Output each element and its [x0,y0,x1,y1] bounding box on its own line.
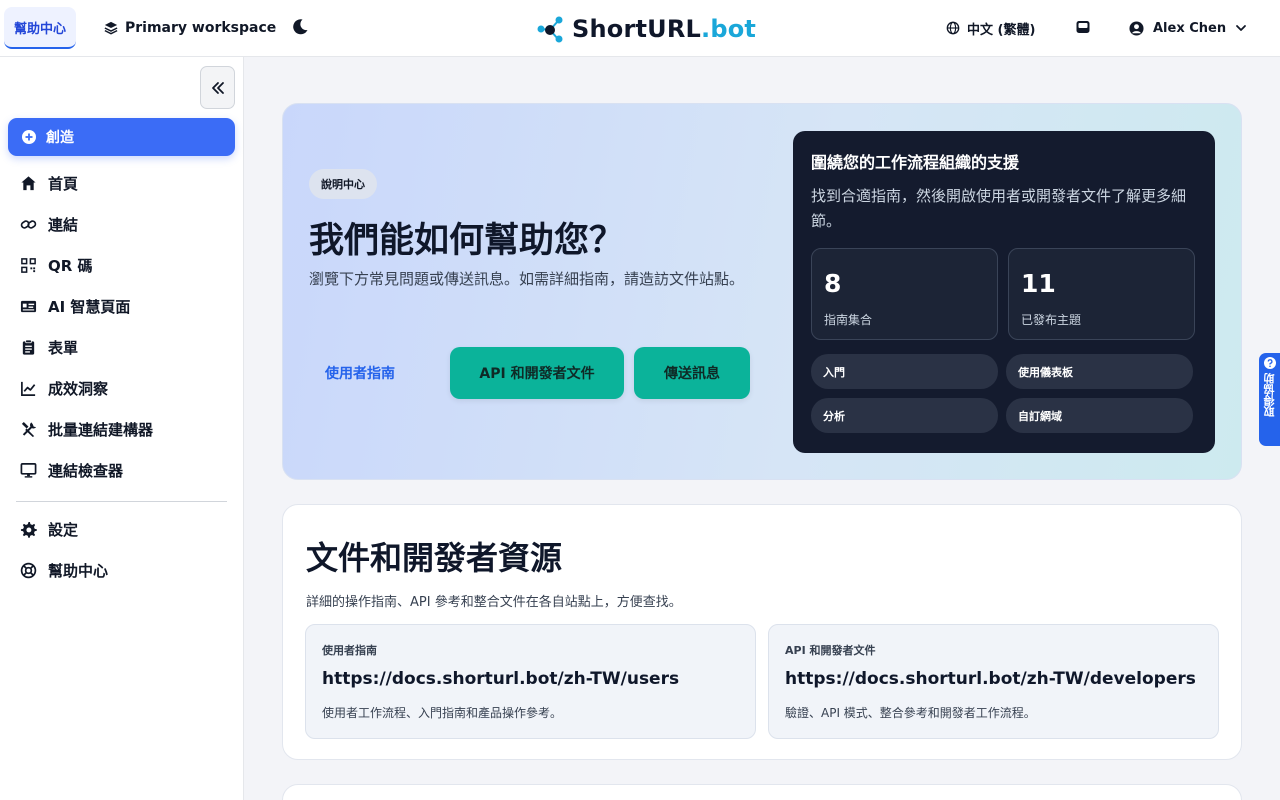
stat-published-topics: 11 已發布主題 [1008,248,1195,340]
sidebar-item-label: 表單 [48,338,79,357]
help-center-tab-label: 幫助中心 [14,21,67,37]
send-message-button[interactable]: 傳送訊息 [634,347,750,399]
help-hero: 說明中心 我們能如何幫助您？ 瀏覽下方常見問題或傳送訊息。如需詳細指南，請造訪文… [282,103,1242,480]
get-help-label: 取得協助 [1262,373,1276,417]
layers-icon [104,21,118,35]
resource-card-users[interactable]: 使用者指南 https://docs.shorturl.bot/zh-TW/us… [305,624,756,739]
question-circle-icon [1263,357,1276,369]
resource-label: 使用者指南 [322,644,377,657]
topic-chip-dashboard[interactable]: 使用儀表板 [1006,354,1193,389]
sidebar-item-label: 首頁 [48,174,79,193]
help-center-tab[interactable]: 幫助中心 [4,7,77,49]
resource-card-developers[interactable]: API 和開發者文件 https://docs.shorturl.bot/zh-… [768,624,1219,739]
sidebar-item-label: 幫助中心 [48,561,109,580]
sidebar-item-help-center[interactable]: 幫助中心 [20,555,108,585]
docs-title: 文件和開發者資源 [306,539,563,577]
sidebar-item-bulk-builder[interactable]: 批量連結建構器 [20,414,153,444]
sidebar-item-label: AI 智慧頁面 [48,297,131,316]
resource-url-link[interactable]: https://docs.shorturl.bot/zh-TW/develope… [785,669,1196,689]
create-button[interactable]: 創造 [8,118,235,156]
topic-chip-analytics[interactable]: 分析 [811,398,998,433]
resource-url-link[interactable]: https://docs.shorturl.bot/zh-TW/users [322,669,679,689]
stat-value: 8 [824,269,842,298]
sidebar-item-qr-codes[interactable]: QR 碼 [20,250,93,280]
user-menu[interactable]: Alex Chen [1129,0,1247,56]
dev-docs-button[interactable]: API 和開發者文件 [450,347,624,399]
sidebar-item-home[interactable]: 首頁 [20,168,78,198]
tools-icon [21,421,37,437]
qr-code-icon [21,257,36,273]
hero-description: 瀏覽下方常見問題或傳送訊息。如需詳細指南，請造訪文件站點。 [309,270,745,288]
sidebar-item-label: 連結 [48,215,79,234]
user-name: Alex Chen [1153,20,1227,36]
create-button-label: 創造 [46,130,74,146]
sidebar-item-label: 連結檢查器 [48,461,124,480]
page-title: 我們能如何幫助您？ [309,221,625,261]
chart-line-icon [21,381,36,396]
logo-mark-icon [537,16,563,43]
support-panel-description: 找到合適指南，然後開啟使用者或開發者文件了解更多細節。 [811,187,1187,230]
monitor-icon [20,462,37,478]
sidebar-item-insights[interactable]: 成效洞察 [20,373,108,403]
stat-guide-collections: 8 指南集合 [811,248,998,340]
user-guide-link[interactable]: 使用者指南 [325,347,395,399]
sidebar-item-forms[interactable]: 表單 [20,332,78,362]
sidebar-item-ai-pages[interactable]: AI 智慧頁面 [20,291,130,321]
collapse-sidebar-button[interactable] [200,66,235,109]
globe-icon [946,21,960,35]
home-icon [21,175,36,190]
user-avatar-icon [1129,20,1144,36]
sidebar-divider [16,501,227,502]
resource-description: 使用者工作流程、入門指南和產品操作參考。 [322,706,563,720]
language-label: 中文 (繁體) [967,22,1036,38]
support-panel: 圍繞您的工作流程組織的支援 找到合適指南，然後開啟使用者或開發者文件了解更多細節… [793,131,1215,453]
gear-icon [20,521,37,538]
faq-card [282,784,1242,800]
get-help-tab[interactable]: 取得協助 [1259,353,1280,446]
inbox-icon[interactable] [1075,19,1091,35]
sidebar-item-link-checker[interactable]: 連結檢查器 [20,455,123,485]
plus-circle-icon [22,130,36,144]
sidebar-item-label: QR 碼 [48,256,93,275]
sidebar-item-links[interactable]: 連結 [20,209,78,239]
support-panel-title: 圍繞您的工作流程組織的支援 [811,153,1020,172]
workspace-name: Primary workspace [125,20,277,36]
sidebar-item-label: 批量連結建構器 [48,420,154,439]
docs-resources-card: 文件和開發者資源 詳細的操作指南、API 參考和整合文件在各自站點上，方便查找。… [282,504,1242,760]
logo[interactable]: ShortURL.bot [536,14,756,44]
top-bar: 幫助中心 Primary workspace ShortURL.bot 中文 (… [0,0,1280,57]
link-icon [20,219,37,229]
sidebar-item-settings[interactable]: 設定 [20,514,78,544]
sidebar-item-label: 成效洞察 [48,379,109,398]
stat-value: 11 [1021,269,1056,298]
workspace-switcher[interactable]: Primary workspace [104,0,276,56]
topic-chip-custom-domains[interactable]: 自訂網域 [1006,398,1193,433]
language-switcher[interactable]: 中文 (繁體) [946,0,1035,56]
clipboard-icon [22,339,35,355]
topic-chip-getting-started[interactable]: 入門 [811,354,998,389]
sidebar: 創造 首頁 連結 QR 碼 AI 智慧頁面 表單 成效洞察 批量連結建構器 連結… [0,57,244,800]
double-chevron-left-icon [211,81,224,94]
moon-icon[interactable] [290,17,310,37]
resource-label: API 和開發者文件 [785,644,876,657]
stat-label: 已發布主題 [1021,313,1082,327]
id-card-icon [20,300,37,312]
stat-label: 指南集合 [824,313,873,327]
sidebar-item-label: 設定 [48,520,79,539]
docs-description: 詳細的操作指南、API 參考和整合文件在各自站點上，方便查找。 [306,595,682,610]
lifebuoy-icon [20,562,37,578]
hero-badge: 說明中心 [309,169,377,199]
logo-text: ShortURL.bot [572,15,757,43]
chevron-down-icon [1236,25,1247,31]
resource-description: 驗證、API 模式、整合參考和開發者工作流程。 [785,706,1036,720]
